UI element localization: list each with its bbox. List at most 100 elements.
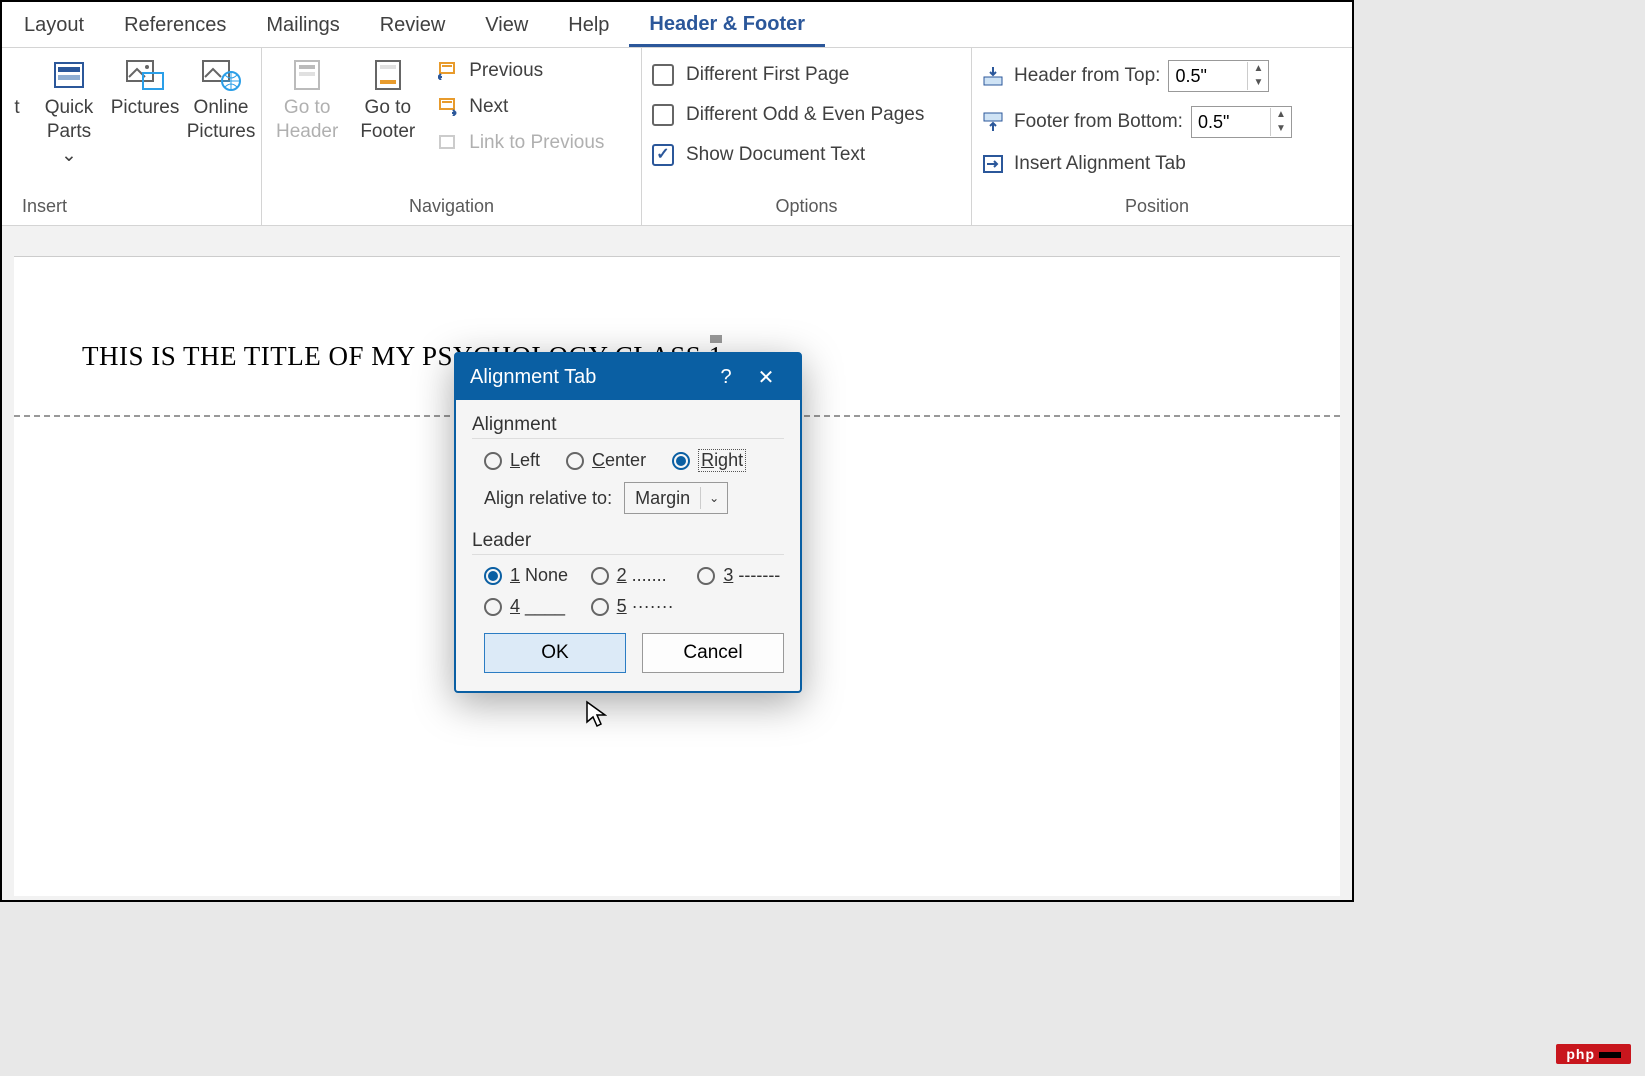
goto-header-label2: Header [276, 120, 338, 144]
leader-5-label: 5 ······· [617, 596, 674, 617]
footer-from-bottom-input[interactable] [1192, 110, 1270, 135]
radio-icon [484, 567, 502, 585]
align-left-radio[interactable]: Left [484, 450, 540, 471]
quick-parts-button[interactable]: Quick Parts ⌄ [34, 52, 104, 169]
footer-from-bottom-spin[interactable]: ▲▼ [1191, 106, 1292, 138]
spin-down-icon[interactable]: ▼ [1271, 122, 1291, 136]
group-navigation: Go to Header Go to Footer Previous [262, 48, 642, 225]
checkbox-icon [652, 104, 674, 126]
tab-view[interactable]: View [465, 4, 548, 45]
radio-icon [484, 598, 502, 616]
header-from-top-row: Header from Top: ▲▼ [978, 56, 1294, 96]
quick-parts-label2: Parts ⌄ [42, 120, 96, 168]
different-odd-even-label: Different Odd & Even Pages [686, 104, 924, 126]
radio-icon [484, 452, 502, 470]
alignment-tab-dialog: Alignment Tab ? ✕ Alignment Left Center … [454, 352, 802, 693]
spin-down-icon[interactable]: ▼ [1248, 76, 1268, 90]
radio-icon [591, 598, 609, 616]
insert-alignment-tab-icon [980, 152, 1006, 176]
radio-icon [566, 452, 584, 470]
leader-5-radio[interactable]: 5 ······· [591, 596, 678, 617]
align-left-label: Left [510, 450, 540, 471]
alignment-section-title: Alignment [472, 414, 784, 439]
previous-button[interactable]: Previous [429, 54, 612, 88]
previous-label: Previous [469, 60, 543, 82]
align-relative-label: Align relative to: [484, 488, 612, 509]
online-pictures-button[interactable]: Online Pictures [186, 52, 256, 146]
tab-header-footer[interactable]: Header & Footer [629, 3, 825, 47]
tab-references[interactable]: References [104, 4, 246, 45]
dialog-close-button[interactable]: ✕ [746, 365, 786, 390]
online-label1: Online [194, 96, 249, 120]
group-position: Header from Top: ▲▼ Footer from Bottom: [972, 48, 1342, 225]
leader-4-radio[interactable]: 4 ____ [484, 596, 571, 617]
spin-up-icon[interactable]: ▲ [1271, 108, 1291, 122]
checkbox-icon [652, 144, 674, 166]
group-options: Different First Page Different Odd & Eve… [642, 48, 972, 225]
show-document-text-checkbox[interactable]: Show Document Text [648, 138, 928, 172]
next-button[interactable]: Next [429, 90, 612, 124]
header-from-top-label: Header from Top: [1014, 65, 1160, 87]
header-top-icon [980, 64, 1006, 88]
footer-from-bottom-row: Footer from Bottom: ▲▼ [978, 102, 1294, 142]
dialog-title-text: Alignment Tab [470, 366, 596, 389]
goto-footer-label1: Go to [365, 96, 411, 120]
next-label: Next [469, 96, 508, 118]
radio-icon [697, 567, 715, 585]
online-label2: Pictures [187, 120, 256, 144]
pictures-button[interactable]: Pictures [110, 52, 180, 146]
truncated-label: t [14, 96, 19, 120]
tab-review[interactable]: Review [360, 4, 466, 45]
align-relative-value: Margin [625, 486, 700, 511]
radio-icon [591, 567, 609, 585]
goto-footer-icon [368, 58, 408, 92]
leader-2-label: 2 ....... [617, 565, 667, 586]
group-options-label: Options [648, 192, 965, 223]
align-relative-select[interactable]: Margin ⌄ [624, 482, 728, 514]
leader-2-radio[interactable]: 2 ....... [591, 565, 678, 586]
previous-icon [437, 61, 459, 81]
group-insert-label: Insert [8, 192, 255, 223]
dialog-titlebar[interactable]: Alignment Tab ? ✕ [456, 354, 800, 400]
goto-footer-label2: Footer [360, 120, 415, 144]
different-odd-even-checkbox[interactable]: Different Odd & Even Pages [648, 98, 928, 132]
different-first-page-checkbox[interactable]: Different First Page [648, 58, 928, 92]
tab-mailings[interactable]: Mailings [246, 4, 359, 45]
insert-alignment-tab-label: Insert Alignment Tab [1014, 153, 1186, 175]
tab-strip: Layout References Mailings Review View H… [2, 2, 1352, 48]
leader-3-radio[interactable]: 3 ------- [697, 565, 784, 586]
group-insert: t Quick Parts ⌄ Pictures [2, 48, 262, 225]
insert-alignment-tab-button[interactable]: Insert Alignment Tab [978, 148, 1294, 180]
leader-1-radio[interactable]: 1 None [484, 565, 571, 586]
tab-help[interactable]: Help [548, 4, 629, 45]
php-watermark: php [1556, 1044, 1631, 1064]
footer-from-bottom-label: Footer from Bottom: [1014, 111, 1183, 133]
online-pictures-icon [201, 58, 241, 92]
link-previous-label: Link to Previous [469, 132, 604, 154]
ribbon: t Quick Parts ⌄ Pictures [2, 48, 1352, 226]
chevron-down-icon[interactable]: ⌄ [700, 487, 727, 509]
goto-header-button: Go to Header [268, 52, 346, 146]
goto-footer-button[interactable]: Go to Footer [352, 52, 423, 146]
next-icon [437, 97, 459, 117]
quick-parts-icon [49, 58, 89, 92]
cancel-button[interactable]: Cancel [642, 633, 784, 673]
tab-layout[interactable]: Layout [4, 4, 104, 45]
link-previous-icon [437, 133, 459, 153]
spin-up-icon[interactable]: ▲ [1248, 62, 1268, 76]
truncated-button[interactable]: t [8, 52, 28, 146]
dialog-help-button[interactable]: ? [706, 366, 746, 389]
header-from-top-input[interactable] [1169, 64, 1247, 89]
dialog-body: Alignment Left Center Right Align relati… [456, 400, 800, 691]
align-right-label: Right [698, 449, 746, 472]
align-center-radio[interactable]: Center [566, 450, 646, 471]
pictures-icon [125, 58, 165, 92]
goto-header-label1: Go to [284, 96, 330, 120]
align-right-radio[interactable]: Right [672, 449, 746, 472]
link-previous-button: Link to Previous [429, 126, 612, 160]
header-from-top-spin[interactable]: ▲▼ [1168, 60, 1269, 92]
different-first-page-label: Different First Page [686, 64, 849, 86]
ok-button[interactable]: OK [484, 633, 626, 673]
radio-icon [672, 452, 690, 470]
checkbox-icon [652, 64, 674, 86]
